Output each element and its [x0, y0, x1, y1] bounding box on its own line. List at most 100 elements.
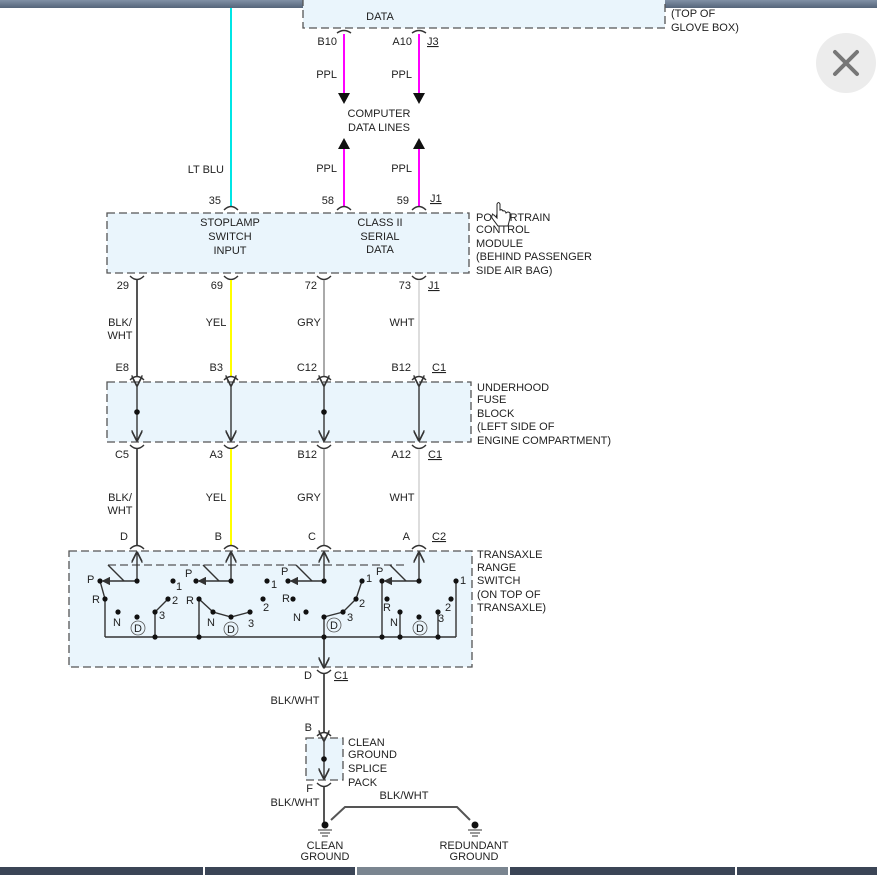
connector-symbol — [316, 782, 332, 788]
wire-label: PPL — [316, 69, 337, 81]
svg-text:SERIAL: SERIAL — [360, 231, 399, 243]
pin-label: E8 — [116, 362, 129, 374]
pin-label: A10 — [392, 36, 412, 48]
pin-label: B12 — [391, 362, 411, 374]
wiring-diagram: DATA (TOP OF GLOVE BOX) LT BLU B10 A10 J… — [68, 0, 739, 863]
close-icon — [833, 50, 859, 76]
toolbar-segment[interactable] — [737, 867, 877, 875]
computer-data-lines — [338, 34, 425, 206]
pin-label: 73 — [399, 280, 411, 292]
svg-text:FUSE: FUSE — [477, 394, 506, 406]
wire-blk-wht-branch — [330, 806, 471, 821]
svg-text:3: 3 — [159, 610, 165, 622]
module-location: GLOVE BOX) — [671, 22, 739, 34]
wire-label: WHT — [107, 330, 132, 342]
wire-label: BLK/WHT — [271, 797, 320, 809]
svg-text:D: D — [134, 623, 142, 635]
toolbar-segment[interactable] — [510, 867, 735, 875]
connector-label: J3 — [427, 36, 439, 48]
svg-text:SIDE AIR BAG): SIDE AIR BAG) — [476, 265, 552, 277]
svg-text:UNDERHOOD: UNDERHOOD — [477, 382, 549, 394]
ground-label: GROUND — [301, 851, 350, 863]
wire-label: BLK/ — [108, 492, 133, 504]
connector-label: C2 — [432, 531, 446, 543]
powertrain-control-module: STOPLAMP SWITCH INPUT CLASS II SERIAL DA… — [106, 212, 592, 277]
data-lines-title: COMPUTER — [348, 108, 411, 120]
wire-label: BLK/WHT — [380, 790, 429, 802]
wire-label: YEL — [206, 317, 227, 329]
wire-label: GRY — [297, 317, 321, 329]
toolbar-segment-active[interactable] — [357, 867, 508, 875]
connector-label: C1 — [432, 362, 446, 374]
pin-label: B12 — [297, 449, 317, 461]
svg-text:1: 1 — [366, 573, 372, 585]
pin-label: A — [403, 531, 411, 543]
close-button[interactable] — [816, 33, 876, 93]
pin-label: C12 — [297, 362, 317, 374]
svg-text:R: R — [282, 593, 290, 605]
connector-symbol — [129, 375, 427, 381]
connector-label: J1 — [430, 193, 442, 205]
svg-text:TRANSAXLE): TRANSAXLE) — [477, 602, 546, 614]
ground-label: GROUND — [450, 851, 499, 863]
connector-symbol — [129, 544, 427, 550]
svg-text:(LEFT SIDE OF: (LEFT SIDE OF — [477, 421, 555, 433]
pin-label: C — [308, 531, 316, 543]
toolbar-segment[interactable] — [0, 867, 203, 875]
svg-text:POWERTRAIN: POWERTRAIN — [476, 212, 550, 224]
svg-text:RANGE: RANGE — [477, 562, 516, 574]
svg-text:R: R — [92, 594, 100, 606]
svg-text:R: R — [186, 595, 194, 607]
connector-label: J1 — [428, 280, 440, 292]
wire-label: YEL — [206, 492, 227, 504]
pin-label: 69 — [211, 280, 223, 292]
connector-symbol — [316, 669, 332, 675]
ground-icon — [318, 821, 332, 837]
svg-text:3: 3 — [248, 618, 254, 630]
svg-text:P: P — [376, 566, 383, 578]
clean-ground-splice-pack: CLEAN GROUND SPLICE PACK — [305, 737, 397, 789]
svg-text:3: 3 — [347, 612, 353, 624]
ground-icon — [468, 821, 482, 837]
svg-text:(BEHIND PASSENGER: (BEHIND PASSENGER — [476, 251, 592, 263]
connector-symbol — [223, 205, 427, 211]
transaxle-range-switch: P R N D 1 2 3 P R N D 3 2 1 P R N D 3 2 … — [68, 549, 546, 667]
pin-label: 58 — [322, 195, 334, 207]
svg-text:P: P — [87, 574, 94, 586]
toolbar-segment[interactable] — [205, 867, 355, 875]
svg-text:3: 3 — [438, 613, 444, 625]
svg-text:N: N — [113, 617, 121, 629]
svg-text:2: 2 — [445, 602, 451, 614]
svg-text:SPLICE: SPLICE — [348, 763, 387, 775]
svg-text:CLEAN: CLEAN — [348, 737, 385, 749]
svg-text:(ON TOP OF: (ON TOP OF — [477, 589, 541, 601]
svg-text:N: N — [390, 617, 398, 629]
svg-text:DATA: DATA — [366, 244, 394, 256]
svg-text:P: P — [185, 568, 192, 580]
pin-label: D — [304, 670, 312, 682]
svg-text:PACK: PACK — [348, 777, 378, 789]
svg-text:TRANSAXLE: TRANSAXLE — [477, 549, 542, 561]
connector-label: C1 — [334, 670, 348, 682]
wire-label: PPL — [391, 163, 412, 175]
svg-text:N: N — [207, 617, 215, 629]
wire-label: PPL — [391, 69, 412, 81]
svg-text:MODULE: MODULE — [476, 238, 523, 250]
svg-text:2: 2 — [359, 598, 365, 610]
pin-label: 72 — [305, 280, 317, 292]
module-location: (TOP OF — [671, 8, 715, 20]
svg-text:2: 2 — [172, 595, 178, 607]
svg-text:D: D — [416, 623, 424, 635]
connector-symbol — [316, 731, 332, 737]
bottom-toolbar — [0, 867, 877, 875]
svg-text:STOPLAMP: STOPLAMP — [200, 217, 260, 229]
svg-text:BLOCK: BLOCK — [477, 408, 515, 420]
svg-text:N: N — [293, 612, 301, 624]
svg-text:D: D — [227, 624, 235, 636]
wire-label: LT BLU — [188, 164, 224, 176]
pin-label: 35 — [209, 195, 221, 207]
wire-label: PPL — [316, 163, 337, 175]
wire-label: BLK/ — [108, 317, 133, 329]
wire-label: GRY — [297, 492, 321, 504]
svg-text:ENGINE COMPARTMENT): ENGINE COMPARTMENT) — [477, 435, 611, 447]
